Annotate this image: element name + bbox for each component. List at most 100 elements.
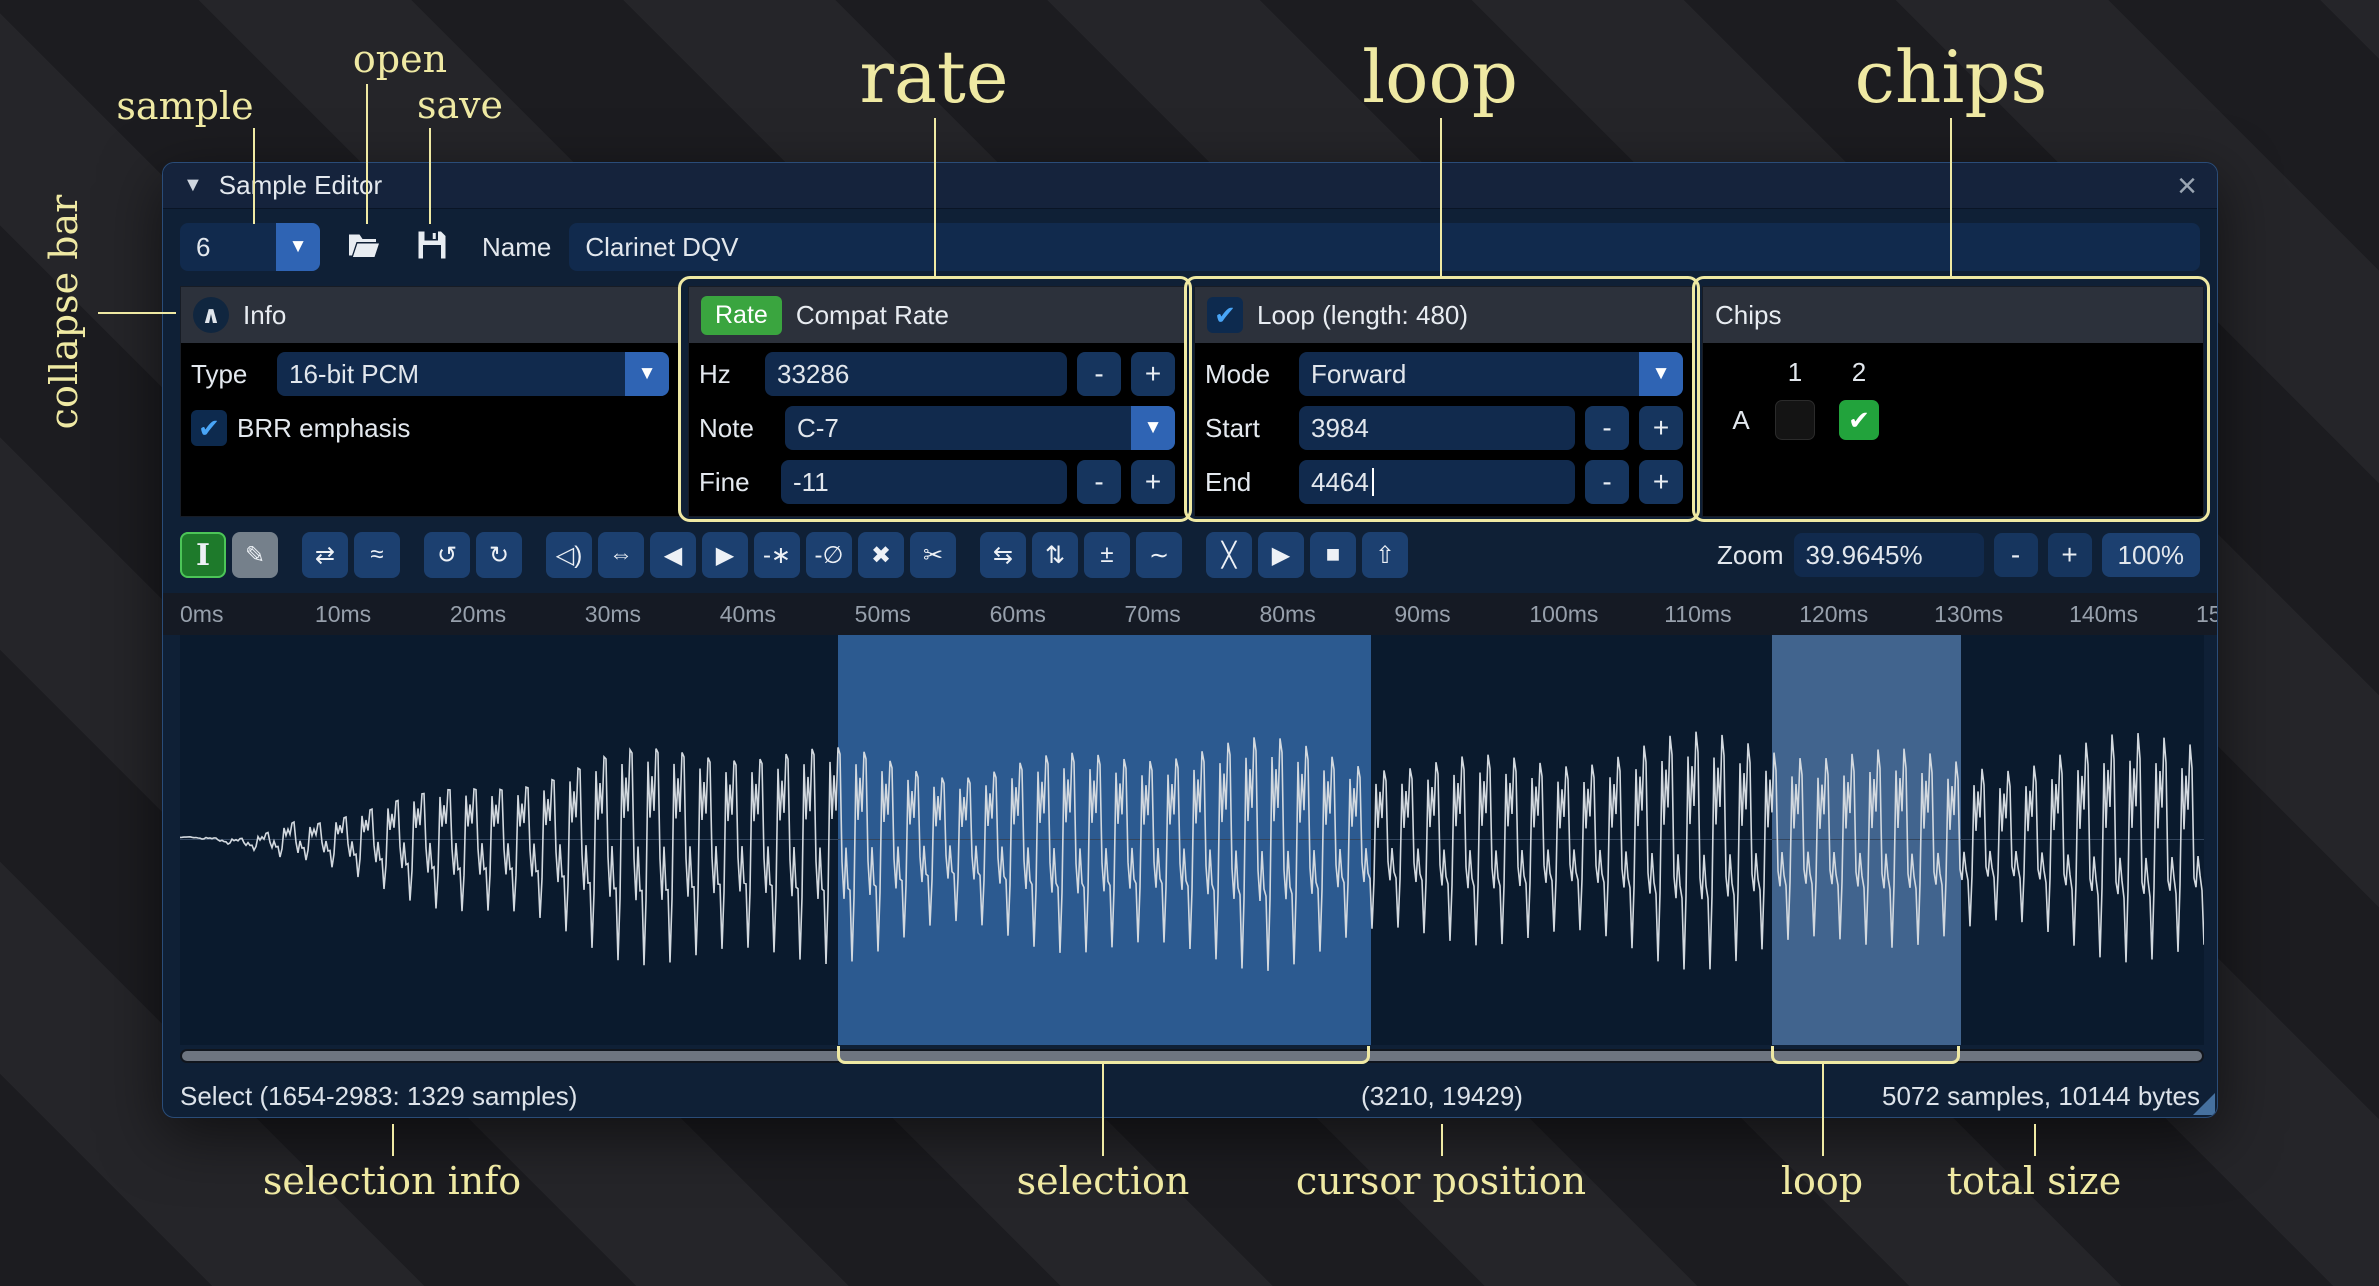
ruler-tick: 110ms <box>1664 601 1731 628</box>
save-sample-button[interactable] <box>408 223 456 271</box>
selection-info-text: Select (1654-2983: 1329 samples) <box>180 1081 577 1112</box>
ruler-tick: 90ms <box>1394 601 1450 628</box>
waveform-editor[interactable] <box>180 635 2204 1045</box>
type-value: 16-bit PCM <box>277 359 625 390</box>
brr-emphasis-checkbox[interactable]: ✔ <box>191 410 227 446</box>
invert-button[interactable]: ⇅ <box>1032 532 1078 578</box>
insert-silence-button[interactable]: -∗ <box>754 532 800 578</box>
zoom-out-button[interactable]: - <box>1994 533 2038 577</box>
page-background: ▼ Sample Editor × 6 ▼ Name Clarinet DQV <box>0 0 2379 1286</box>
info-panel-header[interactable]: ∧ Info <box>181 287 679 343</box>
type-select[interactable]: 16-bit PCM ▼ <box>277 352 669 396</box>
timeline-ruler[interactable]: 0ms10ms20ms30ms40ms50ms60ms70ms80ms90ms1… <box>163 593 2217 635</box>
delete-button[interactable]: ✖ <box>858 532 904 578</box>
zoom-input[interactable]: 39.9645% <box>1794 533 1984 577</box>
callout-line-loop <box>1440 118 1442 276</box>
sample-toprow: 6 ▼ Name Clarinet DQV <box>180 223 2200 271</box>
crossfade-button[interactable]: ╳ <box>1206 532 1252 578</box>
ruler-tick: 100ms <box>1529 601 1598 628</box>
resize-button[interactable]: ⇄ <box>302 532 348 578</box>
ruler-tick: 30ms <box>585 601 641 628</box>
ruler-tick: 20ms <box>450 601 506 628</box>
annotation-total-size: total size <box>1947 1159 2121 1203</box>
bracket-selection <box>837 1046 1370 1064</box>
edit-mode-select-button[interactable]: I <box>180 532 226 578</box>
ruler-tick: 40ms <box>720 601 776 628</box>
annotation-collapse-bar: collapse bar <box>42 195 86 430</box>
annotation-selection: selection <box>1017 1159 1190 1203</box>
waveform-path <box>180 732 2204 971</box>
annotation-open: open <box>353 37 447 81</box>
brr-emphasis-label: BRR emphasis <box>237 413 410 444</box>
callout-line-rate <box>934 118 936 276</box>
callout-line-selection-info <box>392 1124 394 1156</box>
redo-button[interactable]: ↻ <box>476 532 522 578</box>
callout-line-selection <box>1102 1064 1104 1156</box>
preview-button[interactable]: ▶ <box>1258 532 1304 578</box>
ruler-tick: 60ms <box>990 601 1046 628</box>
invert-sign-button[interactable]: ± <box>1084 532 1130 578</box>
callout-line-save <box>429 128 431 224</box>
resample-button[interactable]: ≈ <box>354 532 400 578</box>
create-wavetable-button[interactable]: ⇧ <box>1362 532 1408 578</box>
callout-line-open <box>366 84 368 224</box>
status-bar: Select (1654-2983: 1329 samples) (3210, … <box>180 1067 2200 1118</box>
annotation-cursor-position: cursor position <box>1296 1159 1586 1203</box>
sample-name-value: Clarinet DQV <box>585 232 738 263</box>
resize-grip[interactable] <box>2193 1093 2215 1115</box>
callout-line-loop-bottom <box>1822 1064 1824 1156</box>
zoom-reset-button[interactable]: 100% <box>2102 533 2201 577</box>
save-floppy-icon <box>414 227 450 268</box>
name-label: Name <box>482 232 551 263</box>
ruler-tick: 50ms <box>855 601 911 628</box>
amplify-button[interactable]: ◁) <box>546 532 592 578</box>
ruler-tick: 140ms <box>2069 601 2138 628</box>
sample-name-input[interactable]: Clarinet DQV <box>569 223 2200 271</box>
folder-open-icon <box>346 227 382 268</box>
callout-line-sample <box>253 128 255 224</box>
annotation-rate: rate <box>860 35 1009 119</box>
annotation-loop-bottom: loop <box>1781 1159 1863 1203</box>
window-title: Sample Editor <box>219 170 382 201</box>
bracket-loop <box>1771 1046 1960 1064</box>
ruler-tick: 120ms <box>1799 601 1868 628</box>
open-sample-button[interactable] <box>340 223 388 271</box>
normalize-button[interactable]: ⇔ <box>598 532 644 578</box>
apply-silence-button[interactable]: -∅ <box>806 532 852 578</box>
window-collapse-icon[interactable]: ▼ <box>183 174 203 197</box>
collapse-chevron-icon[interactable]: ∧ <box>193 297 229 333</box>
annotation-save: save <box>417 83 503 127</box>
info-panel-title: Info <box>243 300 286 331</box>
sample-toolbar: I✎⇄≈↺↻◁)⇔◀▶-∗-∅✖✂⇆⇅±∼╳▶■⇧ Zoom 39.9645% … <box>180 529 2200 581</box>
titlebar[interactable]: ▼ Sample Editor × <box>163 163 2217 209</box>
info-panel: ∧ Info Type 16-bit PCM ▼ ✔ BRR emphasis <box>180 286 680 517</box>
annotation-sample: sample <box>116 84 253 128</box>
ruler-tick: 10ms <box>315 601 371 628</box>
undo-button[interactable]: ↺ <box>424 532 470 578</box>
dropdown-arrow-icon[interactable]: ▼ <box>625 352 669 396</box>
waveform-svg <box>180 635 2204 1045</box>
zoom-group: Zoom 39.9645% - + 100% <box>1717 533 2200 577</box>
highlight-box-rate <box>678 276 1192 522</box>
sample-number-select[interactable]: 6 ▼ <box>180 223 320 271</box>
ruler-tick: 80ms <box>1259 601 1315 628</box>
trim-button[interactable]: ✂ <box>910 532 956 578</box>
callout-line-chips <box>1950 118 1952 276</box>
type-label: Type <box>191 359 267 390</box>
ruler-tick: 150 <box>2196 601 2217 628</box>
dropdown-arrow-icon[interactable]: ▼ <box>276 223 320 271</box>
edit-mode-draw-button[interactable]: ✎ <box>232 532 278 578</box>
reverse-button[interactable]: ⇆ <box>980 532 1026 578</box>
callout-line-total-size <box>2034 1124 2036 1156</box>
highlight-box-chips <box>1692 276 2210 522</box>
fade-in-button[interactable]: ◀ <box>650 532 696 578</box>
filter-button[interactable]: ∼ <box>1136 532 1182 578</box>
fade-out-button[interactable]: ▶ <box>702 532 748 578</box>
toolbar-buttons: I✎⇄≈↺↻◁)⇔◀▶-∗-∅✖✂⇆⇅±∼╳▶■⇧ <box>180 532 1408 578</box>
close-icon[interactable]: × <box>2177 169 2197 203</box>
highlight-box-loop <box>1184 276 1700 522</box>
zoom-in-button[interactable]: + <box>2048 533 2092 577</box>
annotation-chips: chips <box>1855 35 2048 119</box>
stop-button[interactable]: ■ <box>1310 532 1356 578</box>
zoom-value: 39.9645% <box>1806 540 1923 571</box>
